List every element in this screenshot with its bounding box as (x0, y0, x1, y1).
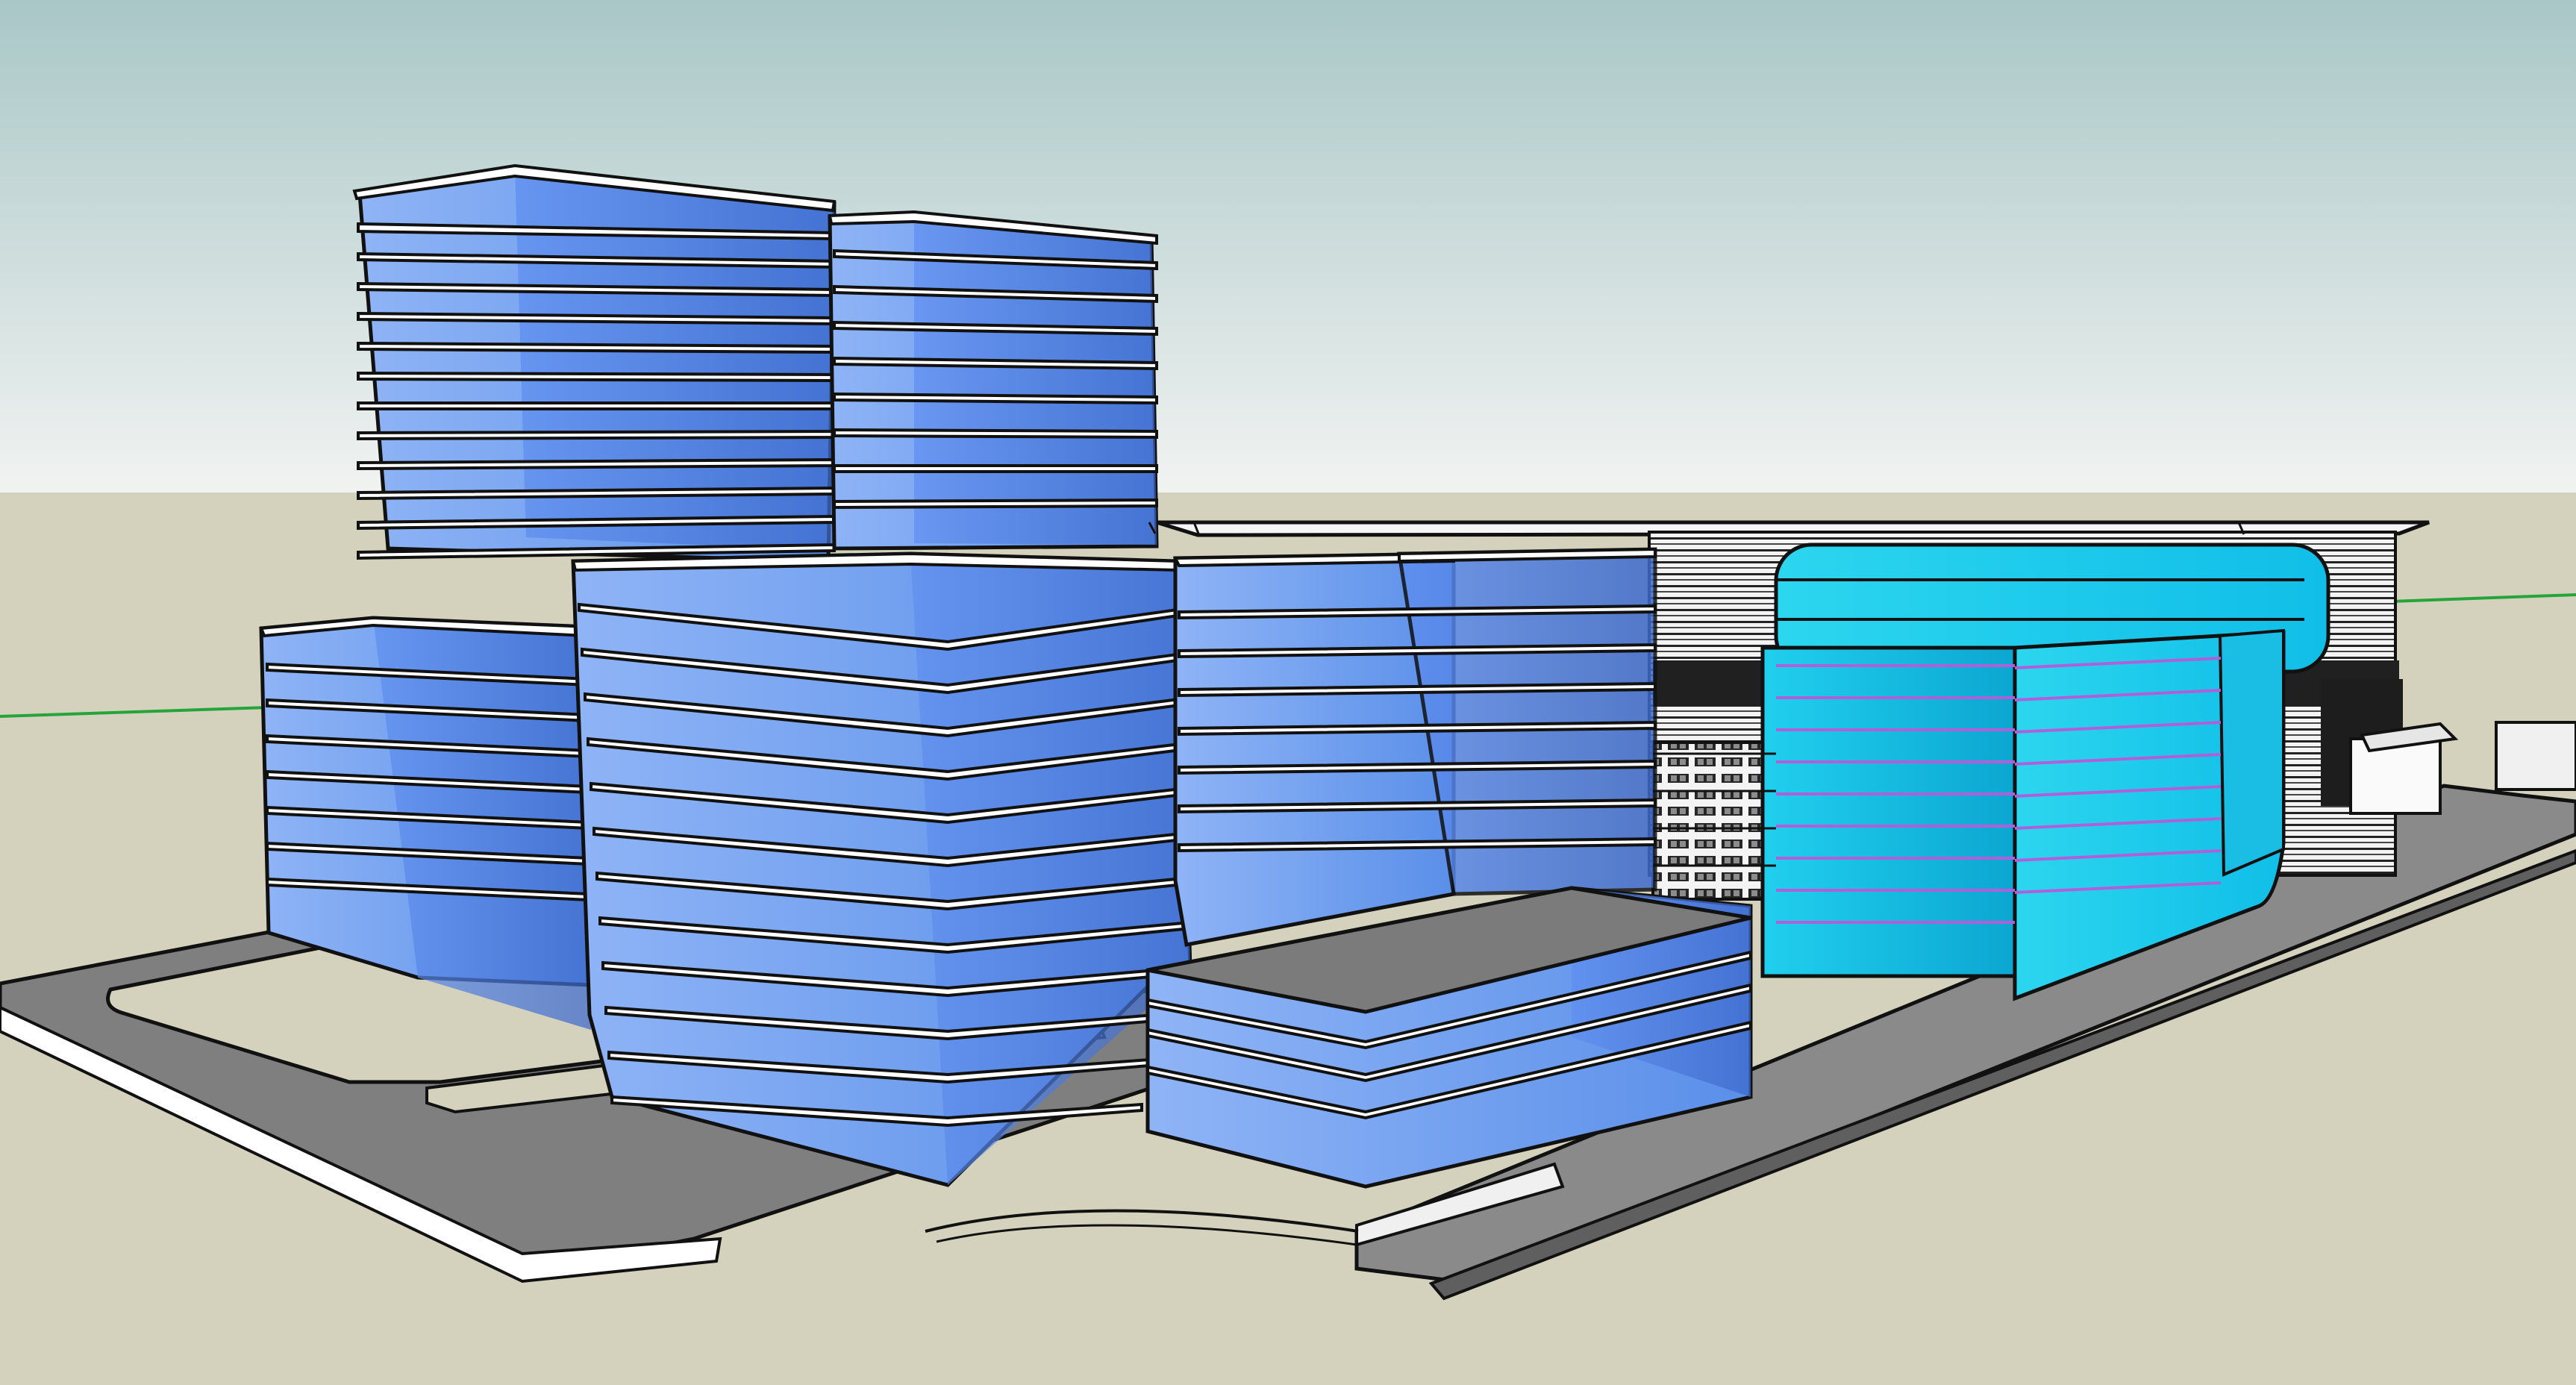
entry-wall (2495, 721, 2576, 791)
tower-left-tall (352, 163, 837, 563)
far-building-right-pillars (2349, 737, 2442, 815)
sketchup-viewport[interactable] (0, 0, 2576, 1385)
block-middle-right (1172, 547, 1657, 947)
cyan-right-fin (2218, 628, 2285, 878)
tower-middle (828, 210, 1159, 551)
3d-model-scene[interactable] (0, 0, 2576, 1385)
